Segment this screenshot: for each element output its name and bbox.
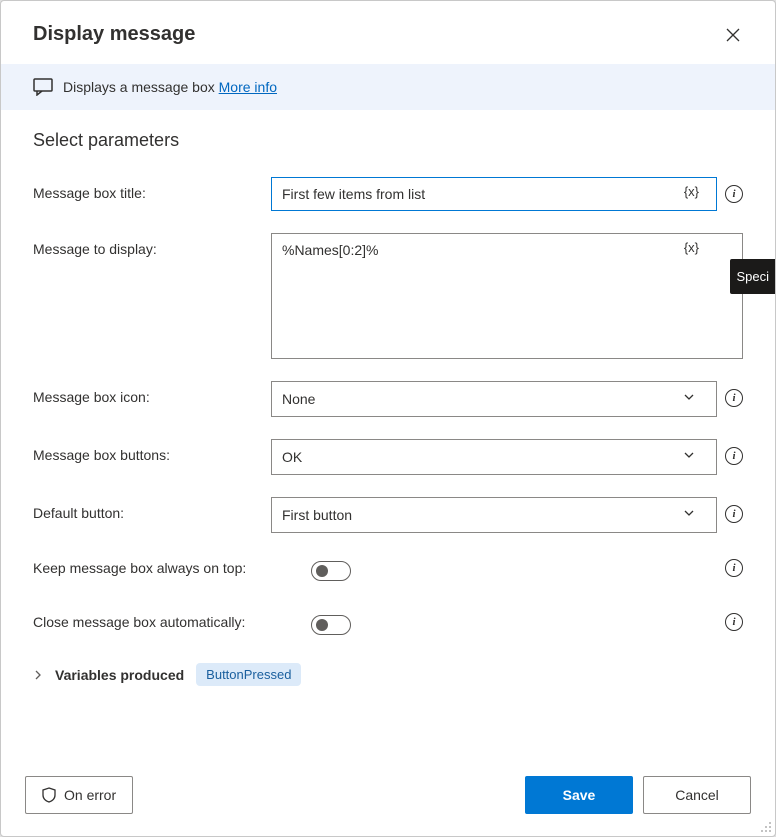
row-message-to-display: Message to display: {x} <box>33 233 743 359</box>
select-message-box-buttons[interactable]: OK <box>271 439 717 475</box>
label-always-on-top: Keep message box always on top: <box>33 560 277 576</box>
banner-text: Displays a message box More info <box>63 79 277 95</box>
row-always-on-top: Keep message box always on top: i <box>33 555 743 581</box>
dialog-title: Display message <box>33 23 195 46</box>
dialog-footer: On error Save Cancel <box>1 758 775 836</box>
row-message-box-buttons: Message box buttons: OK i <box>33 439 743 475</box>
resize-grip-icon[interactable] <box>760 821 772 833</box>
input-message-to-display[interactable] <box>271 233 743 359</box>
label-message-box-icon: Message box icon: <box>33 381 261 405</box>
section-title: Select parameters <box>33 130 743 151</box>
control-wrap: {x} <box>271 233 743 359</box>
control-wrap: OK i <box>271 439 743 475</box>
row-close-automatically: Close message box automatically: i <box>33 609 743 635</box>
close-icon <box>726 28 740 42</box>
display-message-dialog: Display message Displays a message box M… <box>0 0 776 837</box>
info-icon[interactable]: i <box>725 185 743 203</box>
chevron-right-icon <box>33 670 43 680</box>
label-close-automatically: Close message box automatically: <box>33 614 277 630</box>
message-icon <box>33 78 53 96</box>
shield-icon <box>42 787 56 803</box>
dialog-header: Display message <box>1 1 775 64</box>
info-icon[interactable]: i <box>725 559 743 577</box>
toggle-close-automatically[interactable] <box>311 615 351 635</box>
close-button[interactable] <box>723 25 743 45</box>
toggle-knob <box>316 565 328 577</box>
info-banner: Displays a message box More info <box>1 64 775 110</box>
cancel-button[interactable]: Cancel <box>643 776 751 814</box>
row-message-box-icon: Message box icon: None i <box>33 381 743 417</box>
info-icon[interactable]: i <box>725 389 743 407</box>
info-icon[interactable]: i <box>725 613 743 631</box>
variables-produced-label: Variables produced <box>55 667 184 683</box>
label-message-box-buttons: Message box buttons: <box>33 439 261 463</box>
control-wrap: None i <box>271 381 743 417</box>
input-message-box-title[interactable] <box>271 177 717 211</box>
control-wrap: {x} i <box>271 177 743 211</box>
control-wrap: First button i <box>271 497 743 533</box>
on-error-label: On error <box>64 787 116 803</box>
on-error-button[interactable]: On error <box>25 776 133 814</box>
info-icon[interactable]: i <box>725 505 743 523</box>
dialog-content: Select parameters Message box title: {x}… <box>1 110 775 758</box>
tooltip-speci: Speci <box>730 259 775 294</box>
toggle-knob <box>316 619 328 631</box>
select-default-button[interactable]: First button <box>271 497 717 533</box>
label-message-box-title: Message box title: <box>33 177 261 201</box>
row-default-button: Default button: First button i <box>33 497 743 533</box>
label-message-to-display: Message to display: <box>33 233 261 257</box>
variable-badge-buttonpressed[interactable]: ButtonPressed <box>196 663 301 686</box>
row-message-box-title: Message box title: {x} i <box>33 177 743 211</box>
more-info-link[interactable]: More info <box>219 79 277 95</box>
variables-produced-row[interactable]: Variables produced ButtonPressed <box>33 663 743 686</box>
save-button[interactable]: Save <box>525 776 633 814</box>
label-default-button: Default button: <box>33 497 261 521</box>
toggle-always-on-top[interactable] <box>311 561 351 581</box>
info-icon[interactable]: i <box>725 447 743 465</box>
select-message-box-icon[interactable]: None <box>271 381 717 417</box>
